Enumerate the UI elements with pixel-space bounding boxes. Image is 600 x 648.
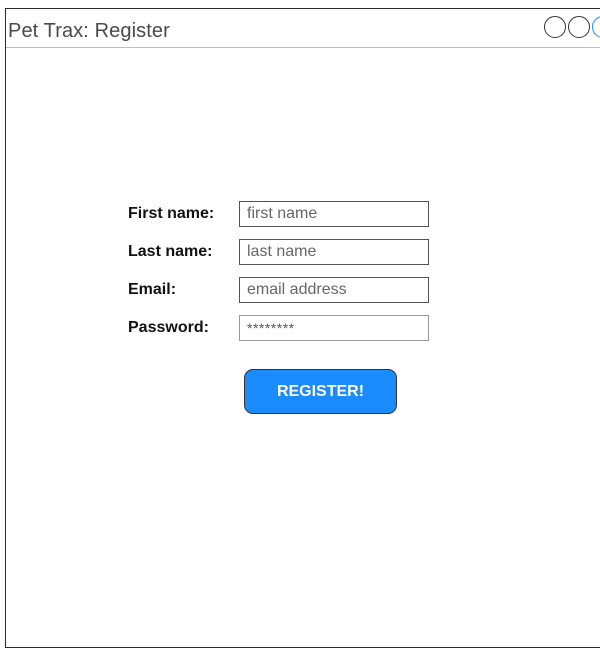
email-label: Email:: [128, 281, 177, 298]
first-name-input[interactable]: [239, 201, 429, 227]
register-button[interactable]: REGISTER!: [244, 369, 397, 414]
window-title: Pet Trax: Register: [8, 20, 170, 42]
password-input[interactable]: [239, 315, 429, 341]
first-name-row: First name:: [128, 201, 438, 227]
email-row: Email:: [128, 277, 438, 303]
window-control-circle-icon[interactable]: [544, 16, 566, 38]
email-input[interactable]: [239, 277, 429, 303]
title-bar: Pet Trax: Register: [6, 9, 600, 48]
window-controls: [544, 16, 600, 38]
first-name-label: First name:: [128, 205, 215, 222]
window-control-circle-icon[interactable]: [592, 16, 600, 38]
last-name-label: Last name:: [128, 243, 213, 260]
last-name-row: Last name:: [128, 239, 438, 265]
last-name-input[interactable]: [239, 239, 429, 265]
password-label: Password:: [128, 319, 209, 336]
password-row: Password:: [128, 315, 438, 341]
window-control-circle-icon[interactable]: [568, 16, 590, 38]
